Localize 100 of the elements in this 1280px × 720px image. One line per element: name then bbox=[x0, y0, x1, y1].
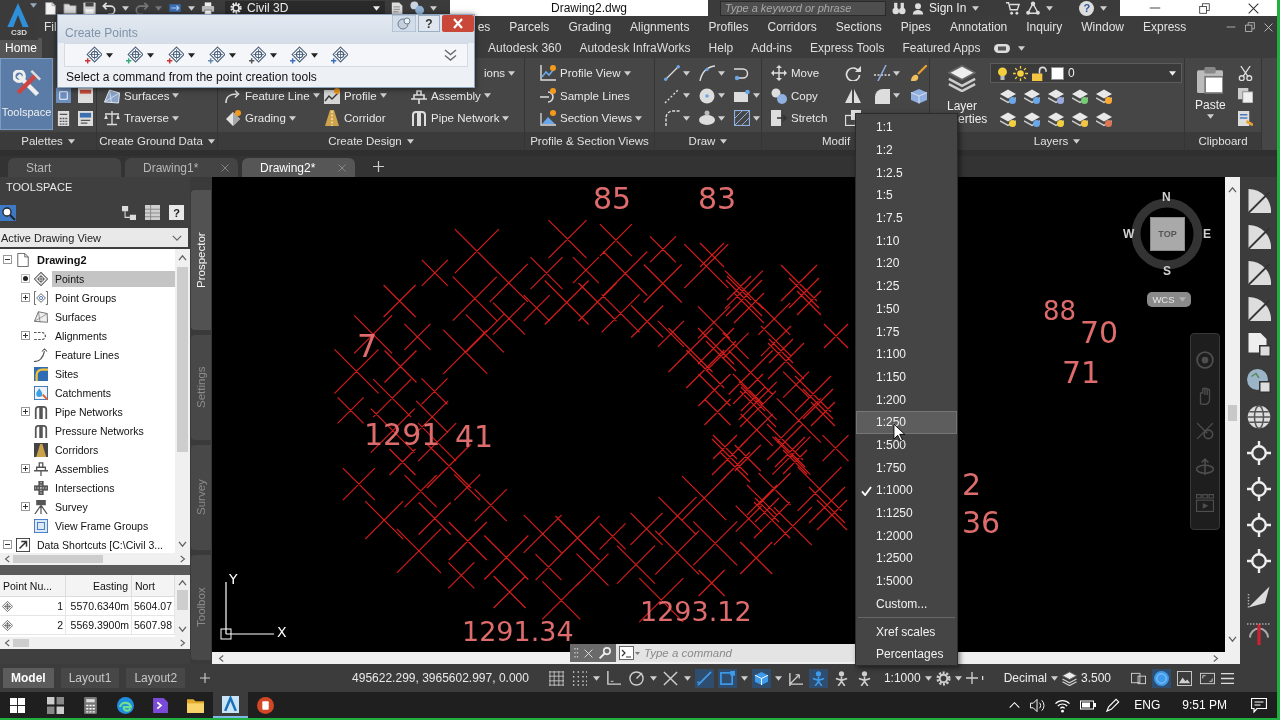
grid-icon[interactable] bbox=[548, 670, 564, 686]
scroll-down-icon[interactable] bbox=[178, 541, 187, 548]
rotate-arrow-icon[interactable] bbox=[845, 65, 861, 82]
scrollbar[interactable] bbox=[0, 637, 190, 649]
triangle-nodes-icon[interactable] bbox=[1026, 1, 1041, 15]
picture-icon[interactable] bbox=[1177, 670, 1192, 686]
layer-tool-icon[interactable] bbox=[1048, 110, 1064, 127]
file-tab[interactable]: Drawing1* bbox=[125, 158, 238, 177]
layer-tool-icon[interactable] bbox=[1072, 110, 1088, 127]
menu-item[interactable]: Pipes bbox=[900, 20, 931, 34]
tool-button[interactable]: Feature Line bbox=[225, 85, 310, 106]
scroll-up-icon[interactable] bbox=[178, 579, 187, 586]
point-tool-icon[interactable] bbox=[290, 46, 307, 64]
ribbon-tab[interactable]: Autodesk 360 bbox=[483, 38, 567, 58]
tree-item[interactable]: Assemblies bbox=[52, 460, 112, 477]
caret-icon[interactable] bbox=[1017, 45, 1025, 51]
caret-icon[interactable] bbox=[1073, 138, 1081, 144]
cross-lines-icon[interactable] bbox=[662, 670, 678, 686]
plus-box-icon[interactable] bbox=[21, 331, 30, 340]
panel-title[interactable]: Profile & Section Views bbox=[530, 135, 649, 147]
plus-box-icon[interactable] bbox=[21, 464, 30, 473]
menu-item[interactable]: Profiles bbox=[708, 20, 749, 34]
scroll-right-icon[interactable] bbox=[1213, 653, 1219, 663]
plus-box-icon[interactable] bbox=[21, 407, 30, 416]
minus-box-icon[interactable] bbox=[3, 540, 12, 549]
tree-item[interactable]: Sites bbox=[52, 365, 82, 382]
tree-item[interactable]: Data Shortcuts [C:\Civil 3... bbox=[34, 536, 167, 553]
caret-icon[interactable] bbox=[753, 115, 760, 121]
cross-lines-icon[interactable] bbox=[874, 65, 890, 82]
menu-item[interactable]: Grading bbox=[568, 20, 612, 34]
axes-arrow-icon[interactable] bbox=[787, 670, 803, 686]
caret-icon[interactable] bbox=[893, 93, 900, 99]
line-icon[interactable] bbox=[664, 65, 680, 82]
menu-item[interactable]: 1:50 bbox=[856, 297, 957, 321]
layout-tab[interactable]: Model bbox=[3, 668, 54, 688]
globe-icon[interactable] bbox=[1246, 405, 1271, 429]
menu-item[interactable]: Corridors bbox=[767, 20, 817, 34]
point-tool-icon[interactable] bbox=[208, 46, 225, 64]
expand-icon[interactable] bbox=[1200, 670, 1215, 686]
scroll-left-icon[interactable] bbox=[4, 555, 10, 563]
compass-letter[interactable]: W bbox=[1123, 228, 1135, 240]
column-header[interactable]: Nort bbox=[132, 575, 175, 597]
minus-box-icon[interactable] bbox=[3, 255, 12, 264]
language-indicator[interactable]: ENG bbox=[1134, 698, 1161, 712]
cube-icon[interactable] bbox=[753, 670, 769, 686]
caret-icon[interactable] bbox=[188, 5, 195, 11]
caret-icon[interactable] bbox=[430, 5, 437, 11]
menu-item[interactable]: 1:25 bbox=[856, 274, 957, 298]
plus-box-icon[interactable] bbox=[21, 293, 30, 302]
search-icon[interactable] bbox=[0, 204, 16, 221]
sector-icon[interactable] bbox=[1246, 261, 1271, 285]
tool-button[interactable]: Move bbox=[771, 63, 820, 84]
help-button[interactable]: ? bbox=[1079, 0, 1095, 16]
figure-icon[interactable] bbox=[856, 670, 872, 686]
menu-item[interactable]: Parcels bbox=[509, 20, 550, 34]
arc-icon[interactable] bbox=[699, 65, 715, 82]
layer-tool-icon[interactable] bbox=[1048, 88, 1064, 105]
panel-title[interactable]: Clipboard bbox=[1198, 135, 1248, 147]
polyline-icon[interactable] bbox=[734, 65, 750, 82]
menu-item[interactable]: 1:5 bbox=[856, 184, 957, 207]
ribbon-tab[interactable]: Express Tools bbox=[804, 38, 890, 58]
panel-title[interactable]: Palettes bbox=[21, 135, 63, 147]
layer-dropdown[interactable]: 0 bbox=[990, 63, 1182, 83]
dot-icon[interactable] bbox=[21, 274, 30, 283]
tool-button[interactable]: Sample Lines bbox=[540, 85, 630, 106]
menu-item[interactable]: 1:5000 bbox=[856, 569, 957, 593]
caret-icon[interactable] bbox=[122, 5, 129, 11]
speaker-icon[interactable] bbox=[1030, 697, 1046, 713]
point-tool-icon[interactable] bbox=[167, 46, 184, 64]
crosshair-icon[interactable] bbox=[1246, 477, 1271, 501]
panel-title[interactable]: Modif bbox=[822, 135, 851, 147]
menu-item[interactable]: 1:2 bbox=[856, 138, 957, 162]
caret-icon[interactable] bbox=[312, 93, 320, 99]
dashed-line-icon[interactable] bbox=[664, 87, 680, 104]
caret-icon[interactable] bbox=[67, 138, 75, 144]
scroll-thumb[interactable] bbox=[177, 267, 188, 452]
tool-button[interactable]: Assembly bbox=[411, 85, 481, 106]
scroll-left-icon[interactable] bbox=[218, 653, 224, 663]
caret-icon[interactable] bbox=[406, 138, 414, 144]
tool-button[interactable]: Stretch bbox=[771, 108, 828, 129]
layer-tool-icon[interactable] bbox=[1072, 88, 1088, 105]
menu-item[interactable]: Xref scales bbox=[856, 620, 957, 643]
scroll-up-icon[interactable] bbox=[178, 254, 187, 261]
menu-item[interactable]: 1:500 bbox=[856, 433, 957, 457]
battery-icon[interactable] bbox=[1080, 697, 1097, 713]
tool-button[interactable]: Grading bbox=[225, 108, 286, 129]
ellipse-icon[interactable] bbox=[699, 110, 715, 127]
caret-icon[interactable] bbox=[1206, 114, 1214, 119]
plus-box-icon[interactable] bbox=[21, 502, 30, 511]
menu-item[interactable]: 1:7.5 bbox=[856, 206, 957, 230]
tool-button[interactable]: Corridor bbox=[324, 108, 386, 129]
tree-item[interactable]: Alignments bbox=[52, 327, 110, 344]
tree-item[interactable]: Drawing2 bbox=[34, 251, 90, 268]
menu-item[interactable]: Sections bbox=[835, 20, 882, 34]
layer-tool-icon[interactable] bbox=[1024, 110, 1040, 127]
tree-item[interactable]: Pressure Networks bbox=[52, 422, 147, 439]
wifi-icon[interactable] bbox=[1055, 697, 1071, 713]
menu-item[interactable]: es bbox=[477, 20, 491, 34]
caret-icon[interactable] bbox=[720, 138, 728, 144]
scroll-down-icon[interactable] bbox=[1228, 636, 1237, 643]
